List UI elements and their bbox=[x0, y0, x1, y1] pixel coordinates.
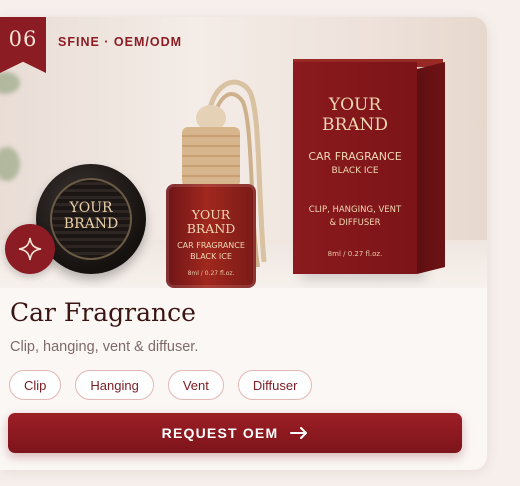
request-oem-label: REQUEST OEM bbox=[161, 425, 279, 441]
bottle-line1: CAR FRAGRANCE bbox=[177, 241, 245, 250]
product-card: YOUR BRAND YOUR BRAND CAR FRAGRANCE BLAC… bbox=[0, 17, 487, 470]
item-number: 06 bbox=[8, 27, 38, 51]
request-oem-button[interactable]: REQUEST OEM bbox=[8, 413, 462, 453]
vent-clip-brand: YOUR BRAND bbox=[63, 200, 119, 232]
bottle-wooden-cap bbox=[182, 127, 240, 187]
box-side bbox=[417, 62, 445, 274]
tag-diffuser[interactable]: Diffuser bbox=[237, 370, 313, 400]
sparkle-icon bbox=[18, 237, 42, 261]
fragrance-bottle: YOUR BRAND CAR FRAGRANCE BLACK ICE 8ml /… bbox=[166, 184, 256, 288]
leaf-decoration bbox=[0, 72, 20, 94]
tag-vent[interactable]: Vent bbox=[167, 370, 224, 400]
box-volume: 8ml / 0.27 fl.oz. bbox=[327, 250, 383, 258]
box-line1: CAR FRAGRANCE bbox=[308, 150, 402, 163]
bottle-brand: YOUR BRAND bbox=[186, 207, 236, 236]
tag-hanging[interactable]: Hanging bbox=[75, 370, 154, 400]
product-title: Car Fragrance bbox=[10, 298, 196, 327]
leaf-decoration bbox=[0, 147, 20, 181]
box-features: CLIP, HANGING, VENT & DIFFUSER bbox=[308, 205, 402, 228]
product-description: Clip, hanging, vent & diffuser. bbox=[10, 339, 199, 355]
sparkle-badge bbox=[5, 224, 55, 274]
box-brand: YOUR BRAND bbox=[321, 95, 389, 135]
tag-list: Clip Hanging Vent Diffuser bbox=[9, 370, 313, 400]
bottle-line2: BLACK ICE bbox=[190, 252, 232, 261]
brand-tag: SFINE · OEM/ODM bbox=[58, 35, 183, 49]
tag-clip[interactable]: Clip bbox=[9, 370, 62, 400]
arrow-right-icon bbox=[290, 427, 308, 439]
product-box: YOUR BRAND CAR FRAGRANCE BLACK ICE CLIP,… bbox=[293, 62, 417, 274]
product-hero-image: YOUR BRAND YOUR BRAND CAR FRAGRANCE BLAC… bbox=[0, 17, 487, 288]
box-line2: BLACK ICE bbox=[331, 166, 379, 176]
bottle-volume: 8ml / 0.27 fl.oz. bbox=[187, 270, 235, 277]
